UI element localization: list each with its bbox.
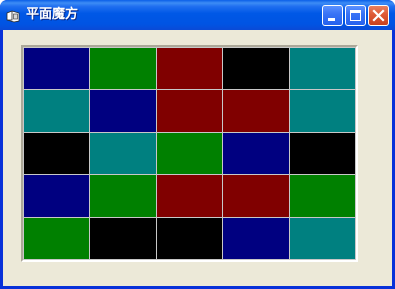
close-button[interactable] xyxy=(368,5,389,26)
puzzle-tile[interactable] xyxy=(24,48,90,90)
minimize-icon xyxy=(328,18,335,21)
app-window: 平面魔方 xyxy=(0,0,395,289)
puzzle-tile[interactable] xyxy=(223,90,289,132)
close-icon xyxy=(372,9,385,22)
puzzle-tile[interactable] xyxy=(289,90,355,132)
puzzle-tile[interactable] xyxy=(156,132,223,175)
puzzle-tile[interactable] xyxy=(24,90,90,132)
puzzle-tile[interactable] xyxy=(156,48,223,90)
minimize-button[interactable] xyxy=(322,5,343,26)
puzzle-tile[interactable] xyxy=(289,175,355,217)
puzzle-tile[interactable] xyxy=(24,217,90,259)
window-title: 平面魔方 xyxy=(26,7,79,22)
puzzle-tile[interactable] xyxy=(223,132,289,175)
puzzle-tile[interactable] xyxy=(289,132,355,175)
puzzle-tile[interactable] xyxy=(223,175,289,217)
puzzle-tile[interactable] xyxy=(90,48,156,90)
client-area xyxy=(3,30,392,286)
puzzle-frame xyxy=(21,45,358,262)
puzzle-tile[interactable] xyxy=(90,217,156,259)
app-icon[interactable] xyxy=(6,8,20,23)
puzzle-tile[interactable] xyxy=(24,132,90,175)
puzzle-tile[interactable] xyxy=(156,217,223,259)
puzzle-tile[interactable] xyxy=(90,132,156,175)
puzzle-tile[interactable] xyxy=(289,217,355,259)
puzzle-tile[interactable] xyxy=(289,48,355,90)
title-bar[interactable]: 平面魔方 xyxy=(0,0,395,30)
puzzle-tile[interactable] xyxy=(156,175,223,217)
puzzle-tile[interactable] xyxy=(90,175,156,217)
maximize-button[interactable] xyxy=(345,5,366,26)
puzzle-tile[interactable] xyxy=(223,217,289,259)
maximize-icon xyxy=(350,10,361,21)
puzzle-tile[interactable] xyxy=(90,90,156,132)
puzzle-tile[interactable] xyxy=(156,90,223,132)
puzzle-tile[interactable] xyxy=(223,48,289,90)
puzzle-grid xyxy=(23,47,356,260)
puzzle-tile[interactable] xyxy=(24,175,90,217)
